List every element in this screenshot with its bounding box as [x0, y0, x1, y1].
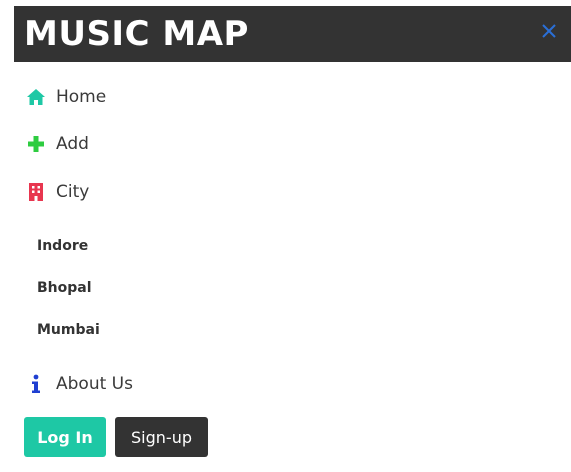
close-icon — [542, 24, 556, 38]
city-item-mumbai[interactable]: Mumbai — [37, 318, 100, 342]
close-button[interactable] — [539, 21, 559, 41]
city-item-bhopal[interactable]: Bhopal — [37, 276, 92, 300]
menu-header: MUSIC MAP — [14, 6, 571, 62]
plus-icon — [26, 134, 46, 154]
signup-button[interactable]: Sign-up — [115, 417, 208, 457]
nav-item-home[interactable]: Home — [26, 82, 106, 112]
building-icon — [26, 182, 46, 202]
nav-item-about[interactable]: About Us — [26, 369, 133, 399]
nav-item-add[interactable]: Add — [26, 129, 89, 159]
side-menu: MUSIC MAP Home Add City Indore Bhopal Mu… — [14, 6, 571, 472]
brand-title: MUSIC MAP — [24, 14, 249, 54]
city-item-indore[interactable]: Indore — [37, 234, 88, 258]
nav-label-city: City — [56, 182, 90, 202]
nav-label-home: Home — [56, 87, 107, 107]
login-button[interactable]: Log In — [24, 417, 106, 457]
page: MUSIC MAP Home Add City Indore Bhopal Mu… — [0, 0, 571, 472]
nav-label-add: Add — [56, 134, 89, 154]
home-icon — [26, 87, 46, 107]
info-icon — [26, 374, 46, 394]
nav-label-about: About Us — [56, 374, 133, 394]
nav-item-city[interactable]: City — [26, 177, 89, 207]
